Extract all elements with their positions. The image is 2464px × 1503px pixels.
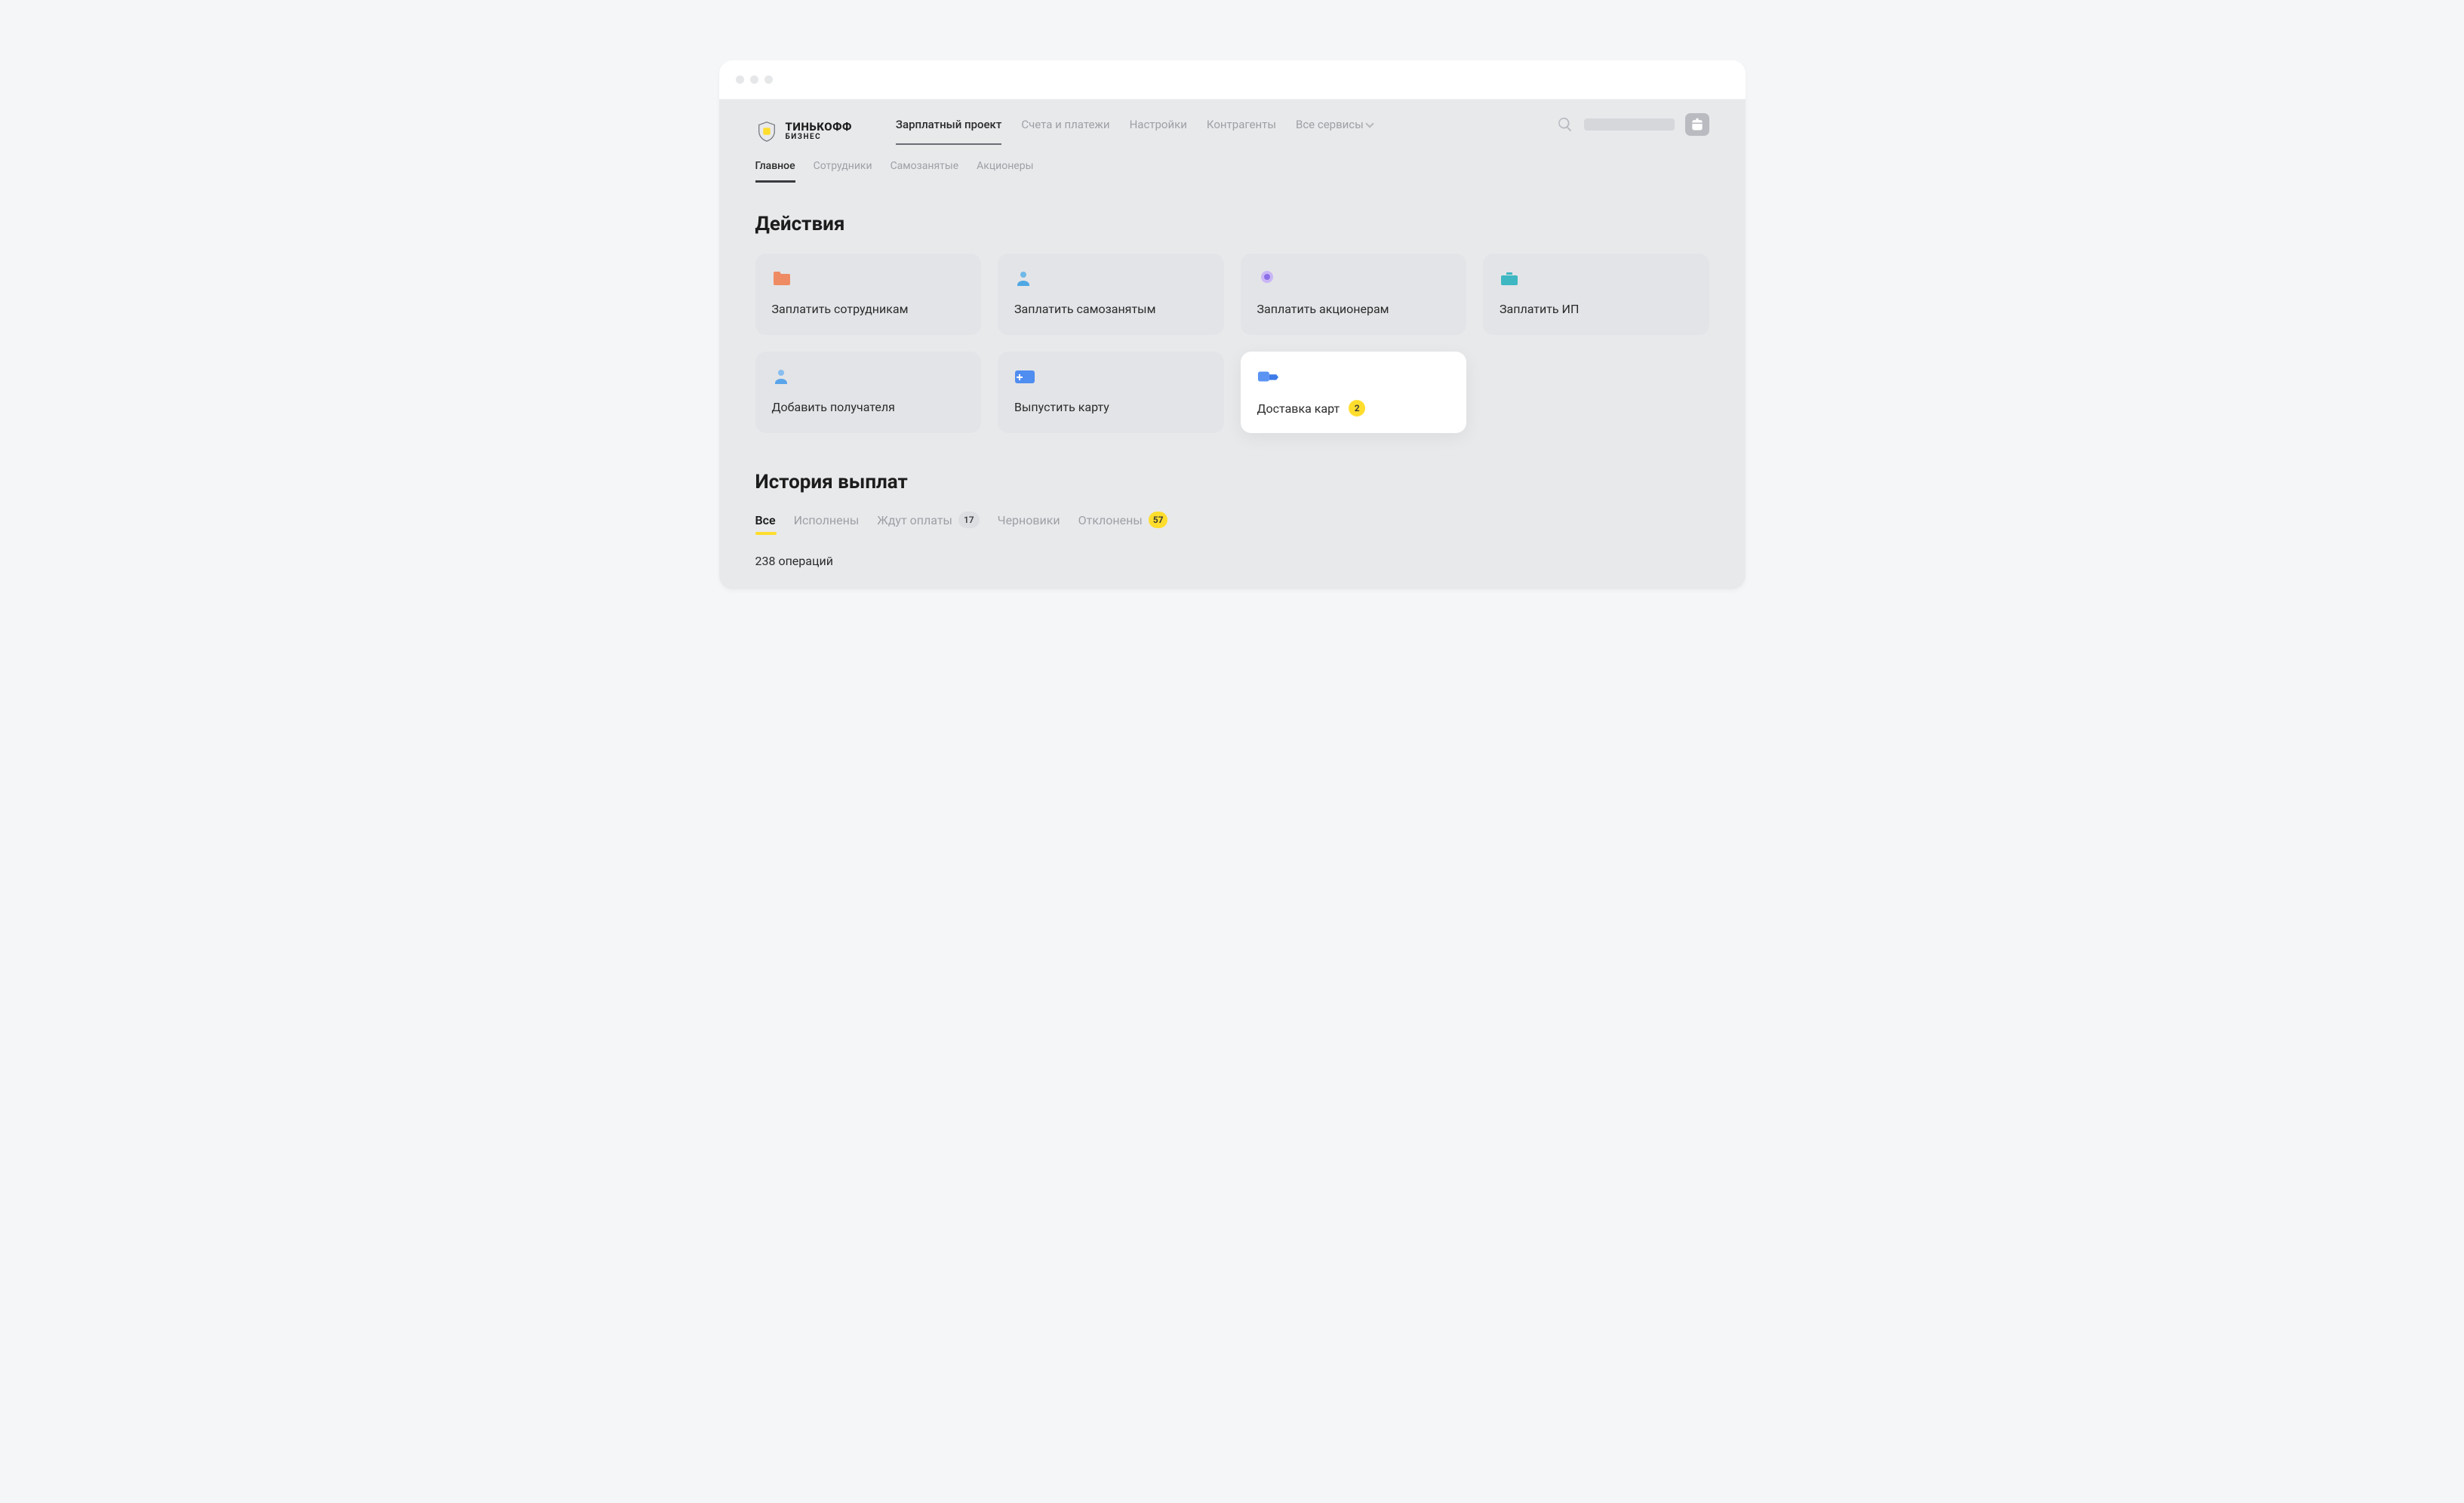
history-tab-label: Отклонены [1078, 513, 1143, 527]
action-card[interactable]: Заплатить самозанятым [998, 254, 1224, 335]
action-cards: Заплатить сотрудникам Заплатить самозанят… [755, 254, 1709, 433]
history-tabs: Все Исполнены Ждут оплаты 17 Черновики Отклон… [755, 512, 1709, 536]
main-nav-label: Зарплатный проект [896, 118, 1001, 131]
main-nav-item[interactable]: Счета и платежи [1021, 118, 1109, 145]
sub-nav-item[interactable]: Самозанятые [891, 160, 959, 183]
topbar-right [1557, 113, 1709, 149]
card-label: Выпустить карту [1014, 400, 1109, 414]
sub-nav-item[interactable]: Главное [755, 160, 795, 183]
action-card[interactable]: Выпустить карту [998, 352, 1224, 433]
card-label: Доставка карт [1257, 401, 1340, 416]
window-dot [736, 75, 744, 84]
card-label-row: Заплатить акционерам [1257, 302, 1450, 316]
history-tab[interactable]: Все [755, 513, 776, 535]
main-nav-item[interactable]: Все сервисы [1296, 118, 1373, 145]
main-nav: Зарплатный проект Счета и платежи Настройк… [896, 118, 1373, 145]
count-badge: 2 [1349, 400, 1365, 416]
delivery-icon [1257, 367, 1278, 386]
window-dot [750, 75, 758, 84]
logo-subtitle: БИЗНЕС [786, 133, 852, 141]
history-tab[interactable]: Исполнены [794, 513, 860, 535]
action-card[interactable]: Заплатить сотрудникам [755, 254, 982, 335]
logo-title: ТИНЬКОФФ [786, 121, 852, 133]
add-person-icon [772, 367, 793, 386]
main-nav-label: Все сервисы [1296, 118, 1364, 131]
page-frame: ТИНЬКОФФ БИЗНЕС Зарплатный проект Счета и… [689, 30, 1776, 619]
logo-text: ТИНЬКОФФ БИЗНЕС [786, 121, 852, 141]
brand-logo[interactable]: ТИНЬКОФФ БИЗНЕС [755, 120, 852, 143]
card-label-row: Доставка карт 2 [1257, 400, 1450, 416]
card-label-row: Добавить получателя [772, 400, 965, 414]
card-label: Заплатить акционерам [1257, 302, 1389, 316]
chevron-down-icon [1365, 119, 1374, 128]
account-app-icon[interactable] [1685, 113, 1709, 136]
folder-icon [772, 269, 793, 288]
card-label-row: Заплатить сотрудникам [772, 302, 965, 316]
history-summary: 238 операций [755, 554, 1709, 568]
main-nav-item[interactable]: Настройки [1130, 118, 1187, 145]
history-tab[interactable]: Ждут оплаты 17 [877, 512, 979, 536]
main-nav-item[interactable]: Контрагенты [1207, 118, 1276, 145]
sub-nav-item[interactable]: Акционеры [977, 160, 1033, 183]
card-label: Заплатить самозанятым [1014, 302, 1155, 316]
main-nav-label: Счета и платежи [1021, 118, 1109, 131]
app-root: ТИНЬКОФФ БИЗНЕС Зарплатный проект Счета и… [719, 100, 1746, 589]
card-label: Заплатить ИП [1500, 302, 1579, 316]
browser-window: ТИНЬКОФФ БИЗНЕС Зарплатный проект Счета и… [719, 60, 1746, 589]
history-tab-label: Исполнены [794, 513, 860, 527]
sub-nav: Главное Сотрудники Самозанятые Акционеры [719, 149, 1746, 183]
card-label-row: Заплатить ИП [1500, 302, 1693, 316]
shareholder-icon [1257, 269, 1278, 288]
history-tab[interactable]: Черновики [998, 513, 1060, 535]
window-controls [736, 75, 773, 84]
card-plus-icon [1014, 367, 1035, 386]
tab-count-badge: 57 [1149, 512, 1168, 528]
action-card[interactable]: Заплатить ИП [1483, 254, 1709, 335]
history-tab-label: Черновики [998, 513, 1060, 527]
card-label-row: Выпустить карту [1014, 400, 1207, 414]
window-dot [764, 75, 773, 84]
person-self-icon [1014, 269, 1035, 288]
card-label: Добавить получателя [772, 400, 895, 414]
action-card[interactable]: Доставка карт 2 [1241, 352, 1467, 433]
browser-chrome [719, 60, 1746, 100]
briefcase-icon [1500, 269, 1521, 288]
account-name-placeholder [1584, 118, 1675, 131]
action-card[interactable]: Заплатить акционерам [1241, 254, 1467, 335]
card-label: Заплатить сотрудникам [772, 302, 909, 316]
history-title: История выплат [755, 471, 1709, 493]
history-tab-label: Все [755, 513, 776, 527]
main-nav-label: Настройки [1130, 118, 1187, 131]
main-nav-label: Контрагенты [1207, 118, 1276, 131]
history-tab[interactable]: Отклонены 57 [1078, 512, 1168, 536]
actions-title: Действия [755, 213, 1709, 235]
content: Действия Заплатить сотрудникамЗаплатить … [719, 183, 1746, 589]
main-nav-item[interactable]: Зарплатный проект [896, 118, 1001, 145]
history-tab-label: Ждут оплаты [877, 513, 952, 527]
search-icon[interactable] [1557, 116, 1573, 133]
card-label-row: Заплатить самозанятым [1014, 302, 1207, 316]
action-card[interactable]: Добавить получателя [755, 352, 982, 433]
logo-shield-icon [755, 120, 778, 143]
tab-count-badge: 17 [958, 512, 980, 528]
topbar: ТИНЬКОФФ БИЗНЕС Зарплатный проект Счета и… [719, 100, 1746, 149]
sub-nav-item[interactable]: Сотрудники [814, 160, 872, 183]
